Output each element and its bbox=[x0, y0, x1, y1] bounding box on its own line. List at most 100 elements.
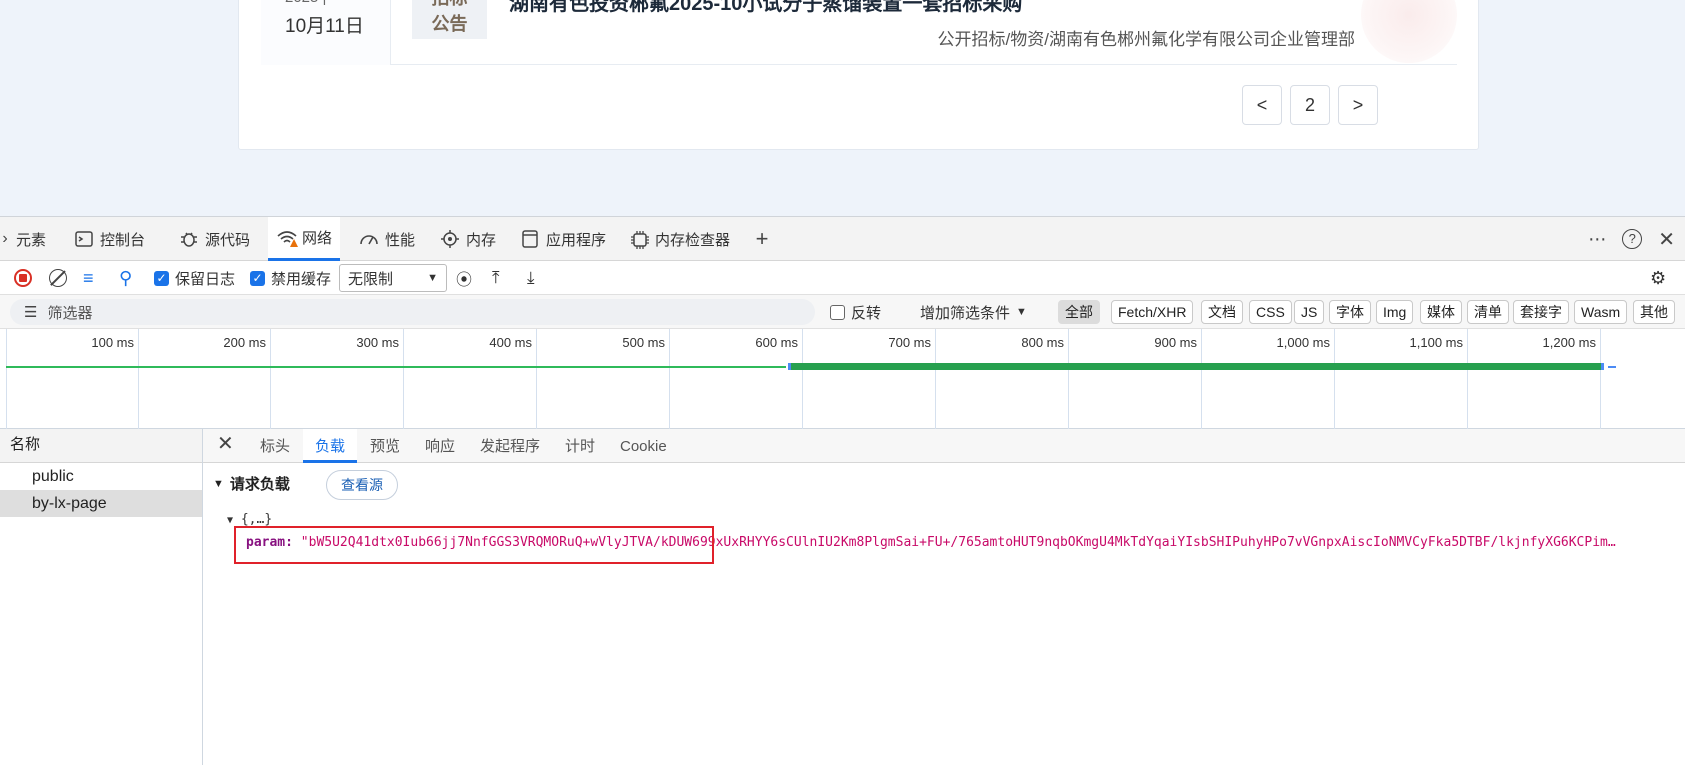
filter-icon: ☰ bbox=[24, 304, 38, 321]
plus-icon: + bbox=[755, 226, 769, 251]
filter-type-chip[interactable]: Wasm bbox=[1574, 300, 1628, 324]
export-har-button[interactable]: ⤓ bbox=[527, 261, 535, 295]
filter-toggle-button[interactable]: ≡ bbox=[83, 261, 94, 295]
name-column-header[interactable]: 名称 bbox=[0, 429, 202, 463]
preserve-log-checkbox[interactable]: ✓ 保留日志 bbox=[154, 261, 235, 295]
download-icon: ⤓ bbox=[527, 268, 535, 287]
add-tab-button[interactable]: + bbox=[752, 217, 772, 261]
filter-type-chip[interactable]: CSS bbox=[1249, 300, 1292, 324]
triangle-down-icon: ▼ bbox=[213, 477, 224, 490]
close-icon[interactable]: ✕ bbox=[1658, 227, 1675, 252]
timeline-tick: 1,000 ms bbox=[1201, 329, 1334, 429]
network-settings-button[interactable]: ⚙ bbox=[1650, 261, 1666, 295]
network-toolbar: ≡ ⚲ ✓ 保留日志 ✓ 禁用缓存 无限制 ▼ ⦿ ⤒ ⤓ ⚙ bbox=[0, 261, 1685, 295]
timeline-tick: 800 ms bbox=[935, 329, 1068, 429]
cpu-icon bbox=[440, 229, 460, 249]
chevron-right-icon: › bbox=[2, 230, 8, 247]
throttle-select[interactable]: 无限制 ▼ bbox=[339, 261, 447, 295]
help-icon[interactable]: ? bbox=[1622, 229, 1643, 249]
detail-tab-bar: ✕ 标头 负载 预览 响应 发起程序 计时 Cookie bbox=[203, 429, 1685, 463]
request-detail-panel: ✕ 标头 负载 预览 响应 发起程序 计时 Cookie ▼ 请求负载 查看源 … bbox=[203, 429, 1685, 765]
invert-checkbox[interactable]: 反转 bbox=[830, 295, 881, 329]
filter-type-chip[interactable]: 全部 bbox=[1058, 300, 1100, 324]
upload-icon: ⤒ bbox=[492, 268, 500, 287]
tab-response[interactable]: 响应 bbox=[425, 429, 455, 463]
timeline-tick: 200 ms bbox=[138, 329, 270, 429]
tab-cookies[interactable]: Cookie bbox=[620, 429, 667, 463]
timeline-tick: 700 ms bbox=[802, 329, 935, 429]
item-title[interactable]: 湖南有色投资郴氟2025-10小试分子蒸馏装置一套招标采购 bbox=[509, 0, 1022, 16]
import-har-button[interactable]: ⤒ bbox=[492, 261, 500, 295]
tab-console[interactable]: 控制台 bbox=[74, 217, 145, 261]
gauge-icon bbox=[359, 229, 379, 249]
bug-icon bbox=[179, 229, 199, 249]
tab-sources[interactable]: 源代码 bbox=[179, 217, 250, 261]
filter-type-chip[interactable]: 字体 bbox=[1329, 300, 1371, 324]
timeline-tick: 1,200 ms bbox=[1467, 329, 1600, 429]
list-item[interactable]: 2025 | 10月11日 招标 公告 湖南有色投资郴氟2025-10小试分子蒸… bbox=[261, 0, 1457, 65]
devtools-window-controls: ⋯ ? ✕ bbox=[1588, 217, 1675, 261]
timeline-tick: 1,100 ms bbox=[1334, 329, 1467, 429]
result-card: 2025 | 10月11日 招标 公告 湖南有色投资郴氟2025-10小试分子蒸… bbox=[238, 0, 1479, 150]
filter-bar: ☰ 筛选器 反转 增加筛选条件 ▼ 全部 Fetch/XHR 文档 CSS JS… bbox=[0, 295, 1685, 329]
filter-type-chip[interactable]: 文档 bbox=[1201, 300, 1243, 324]
tab-network[interactable]: 网络 bbox=[268, 217, 341, 261]
tab-timing[interactable]: 计时 bbox=[565, 429, 595, 463]
tab-initiator[interactable]: 发起程序 bbox=[480, 429, 540, 463]
filter-type-chip[interactable]: JS bbox=[1294, 300, 1325, 324]
type-badge: 招标 公告 bbox=[412, 0, 487, 39]
waterfall-bar-by-lx-page bbox=[788, 363, 1604, 370]
prev-page-button[interactable]: < bbox=[1242, 85, 1282, 125]
console-icon bbox=[74, 229, 94, 249]
timeline-tick: 400 ms bbox=[403, 329, 536, 429]
more-filters-dropdown[interactable]: 增加筛选条件 ▼ bbox=[920, 295, 1027, 329]
view-source-button[interactable]: 查看源 bbox=[326, 470, 398, 500]
checkbox-unchecked-icon bbox=[830, 304, 845, 320]
record-button[interactable] bbox=[14, 261, 32, 295]
request-list: 名称 public by-lx-page bbox=[0, 429, 203, 765]
disable-cache-checkbox[interactable]: ✓ 禁用缓存 bbox=[250, 261, 331, 295]
timeline-tick: 100 ms bbox=[6, 329, 138, 429]
filter-type-chip[interactable]: 清单 bbox=[1467, 300, 1509, 324]
highlight-box bbox=[234, 526, 714, 564]
close-detail-icon[interactable]: ✕ bbox=[217, 429, 234, 463]
item-meta: 公开招标/物资/湖南有色郴州氟化学有限公司企业管理部 bbox=[937, 30, 1355, 49]
clear-button[interactable] bbox=[49, 261, 67, 295]
gear-icon: ⚙ bbox=[1650, 267, 1667, 288]
request-row-public[interactable]: public bbox=[0, 463, 202, 490]
tab-performance[interactable]: 性能 bbox=[359, 217, 415, 261]
tab-headers[interactable]: 标头 bbox=[260, 429, 290, 463]
checkbox-checked-icon: ✓ bbox=[250, 270, 265, 286]
payload-object-toggle[interactable]: ▼ {,…} bbox=[227, 512, 272, 527]
tab-payload[interactable]: 负载 bbox=[303, 429, 358, 463]
network-overview-timeline[interactable]: 100 ms 200 ms 300 ms 400 ms 500 ms 600 m… bbox=[0, 329, 1685, 429]
filter-type-chip[interactable]: Img bbox=[1376, 300, 1414, 324]
timeline-tick: 500 ms bbox=[536, 329, 669, 429]
tab-memory-inspector[interactable]: 内存检查器 bbox=[629, 217, 730, 261]
tab-application[interactable]: 应用程序 bbox=[520, 217, 606, 261]
more-options-icon[interactable]: ⋯ bbox=[1588, 229, 1606, 250]
filter-type-chip[interactable]: 媒体 bbox=[1420, 300, 1462, 324]
payload-section-header[interactable]: ▼ 请求负载 bbox=[213, 473, 290, 494]
clear-icon bbox=[49, 269, 67, 287]
next-page-button[interactable]: > bbox=[1338, 85, 1378, 125]
checkbox-checked-icon: ✓ bbox=[154, 270, 169, 286]
page-2-button[interactable]: 2 bbox=[1290, 85, 1330, 125]
waterfall-bar-tail bbox=[1608, 366, 1616, 368]
date-box: 2025 | 10月11日 bbox=[261, 0, 391, 65]
filter-type-chip[interactable]: 其他 bbox=[1633, 300, 1675, 324]
waterfall-bar-public bbox=[6, 366, 786, 368]
dropdown-triangle-icon: ▼ bbox=[1016, 306, 1027, 318]
tab-elements[interactable]: › 元素 bbox=[0, 217, 46, 261]
filter-input[interactable]: ☰ 筛选器 bbox=[10, 299, 815, 325]
date-year: 2025 | bbox=[285, 0, 326, 6]
network-conditions-button[interactable]: ⦿ bbox=[456, 261, 472, 295]
web-page: 2025 | 10月11日 招标 公告 湖南有色投资郴氟2025-10小试分子蒸… bbox=[0, 0, 1685, 216]
record-stop-icon bbox=[14, 269, 32, 287]
tab-preview[interactable]: 预览 bbox=[370, 429, 400, 463]
filter-type-chip[interactable]: Fetch/XHR bbox=[1111, 300, 1194, 324]
filter-type-chip[interactable]: 套接字 bbox=[1513, 300, 1569, 324]
tab-memory[interactable]: 内存 bbox=[440, 217, 496, 261]
request-row-by-lx-page[interactable]: by-lx-page bbox=[0, 490, 202, 517]
search-button[interactable]: ⚲ bbox=[119, 261, 132, 295]
